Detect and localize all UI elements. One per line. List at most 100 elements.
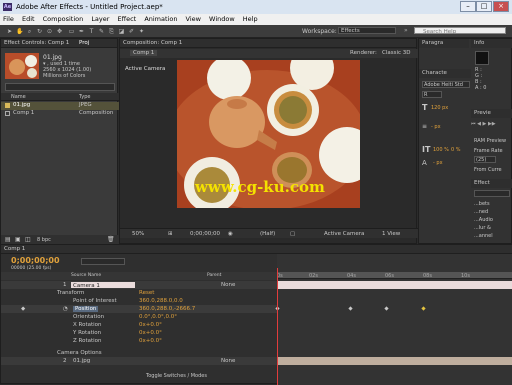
property-row[interactable]: ◆ ◔ Position 360.0,288.0,-2666.7 <box>1 305 277 313</box>
stroke-width-value[interactable]: - px <box>431 124 441 130</box>
image-layer-bar[interactable] <box>277 357 512 365</box>
font-style-select[interactable]: R <box>422 91 442 98</box>
column-source-name[interactable]: Source Name <box>71 273 101 278</box>
pen-tool-icon[interactable]: ✒ <box>78 28 85 35</box>
layer-parent[interactable]: None <box>221 281 235 289</box>
paragraph-tab[interactable]: Paragra <box>419 39 469 48</box>
effects-item[interactable]: ...bets <box>474 201 490 207</box>
keyframe[interactable] <box>348 306 353 311</box>
property-row[interactable]: Orientation 0.0°,0.0°,0.0° <box>1 313 277 321</box>
tsume-value[interactable]: 0 % <box>451 147 461 153</box>
renderer-value[interactable]: Classic 3D <box>382 50 411 56</box>
timeline-search-input[interactable] <box>81 258 125 265</box>
menu-window[interactable]: Window <box>206 14 238 25</box>
effects-tab[interactable]: Effect <box>471 179 512 188</box>
preview-tab[interactable]: Previe <box>471 109 512 118</box>
bpc-label[interactable]: 8 bpc <box>37 237 51 243</box>
eraser-tool-icon[interactable]: ◪ <box>118 28 125 35</box>
property-row[interactable]: Y Rotation 0x+0.0° <box>1 329 277 337</box>
from-current-checkbox[interactable]: From Curre <box>474 167 502 173</box>
menu-effect[interactable]: Effect <box>115 14 140 25</box>
layer-parent[interactable]: None <box>221 357 235 365</box>
menu-composition[interactable]: Composition <box>40 14 87 25</box>
tab-effect-controls[interactable]: Effect Controls: Comp 1 <box>4 40 69 46</box>
ram-preview-label[interactable]: RAM Preview <box>474 138 506 144</box>
effects-item[interactable]: ...lur & <box>474 225 491 231</box>
snapshot-icon[interactable]: ◉ <box>228 231 233 237</box>
trash-icon[interactable]: 🗑 <box>107 236 115 243</box>
layer-name[interactable]: 01.jpg <box>73 357 90 365</box>
stopwatch-icon[interactable]: ◔ <box>63 305 68 313</box>
zoom-select[interactable]: 50% <box>132 231 144 237</box>
toggle-switches-modes[interactable]: Toggle Switches / Modes <box>146 373 207 379</box>
rotate-tool-icon[interactable]: ↻ <box>36 28 43 35</box>
roto-brush-tool-icon[interactable]: ✐ <box>128 28 135 35</box>
property-value[interactable]: 360.0,288.0,-2666.7 <box>139 305 195 313</box>
property-value[interactable]: 0x+0.0° <box>139 321 162 329</box>
frame-rate-select[interactable]: (25) <box>474 156 496 163</box>
camera-select[interactable]: Active Camera <box>324 231 364 237</box>
property-row[interactable]: Point of Interest 360.0,288.0,0.0 <box>1 297 277 305</box>
menu-animation[interactable]: Animation <box>141 14 180 25</box>
maximize-button[interactable]: □ <box>476 1 492 12</box>
resolution-select[interactable]: (Half) <box>260 231 275 237</box>
timeline-tab[interactable]: Comp 1 <box>4 246 25 252</box>
property-row[interactable]: Z Rotation 0x+0.0° <box>1 337 277 345</box>
keyframe[interactable] <box>421 306 426 311</box>
vertical-scale-value[interactable]: 100 % <box>433 147 449 153</box>
interpret-footage-icon[interactable]: ▤ <box>5 236 11 243</box>
column-name[interactable]: Name <box>11 94 26 100</box>
selection-tool-icon[interactable]: ➤ <box>6 28 13 35</box>
property-value[interactable]: 0x+0.0° <box>139 329 162 337</box>
composition-viewer-image[interactable]: www.cg-ku.com <box>177 60 360 208</box>
effects-item[interactable]: ...annel <box>474 233 493 239</box>
reset-link[interactable]: Reset <box>139 289 154 297</box>
minimize-button[interactable]: – <box>460 1 476 12</box>
info-tab[interactable]: Info <box>471 39 512 48</box>
effects-item[interactable]: ...ned <box>474 209 488 215</box>
menu-layer[interactable]: Layer <box>88 14 112 25</box>
layer-name[interactable]: Camera 1 <box>71 282 135 289</box>
new-comp-icon[interactable]: ◫ <box>25 236 31 243</box>
workspace-menu-icon[interactable]: » <box>404 27 412 35</box>
views-select[interactable]: 1 View <box>382 231 400 237</box>
tab-project[interactable]: Proj <box>79 40 89 46</box>
menu-edit[interactable]: Edit <box>19 14 38 25</box>
comp-subtab[interactable]: Comp 1 <box>130 50 158 56</box>
menu-help[interactable]: Help <box>240 14 261 25</box>
zoom-tool-icon[interactable]: ⌕ <box>26 28 33 35</box>
grid-icon[interactable]: ⊞ <box>168 231 173 237</box>
transform-group[interactable]: Transform Reset <box>1 289 277 297</box>
property-row[interactable]: X Rotation 0x+0.0° <box>1 321 277 329</box>
composition-tab[interactable]: Composition: Comp 1 <box>123 40 182 46</box>
puppet-tool-icon[interactable]: ✦ <box>138 28 145 35</box>
project-search-input[interactable] <box>5 83 115 91</box>
close-button[interactable]: × <box>493 1 509 12</box>
column-parent[interactable]: Parent <box>207 273 221 278</box>
character-tab[interactable]: Characte <box>419 69 471 78</box>
layer-row[interactable]: 2 01.jpg None <box>1 357 277 365</box>
effects-item[interactable]: ...Audio <box>474 217 493 223</box>
column-type[interactable]: Type <box>79 94 90 100</box>
current-time-indicator[interactable] <box>277 268 278 385</box>
workspace-select[interactable]: Effects <box>338 27 396 34</box>
font-size-value[interactable]: 120 px <box>431 105 448 111</box>
brush-tool-icon[interactable]: ✎ <box>98 28 105 35</box>
property-value[interactable]: 0.0°,0.0°,0.0° <box>139 313 177 321</box>
new-folder-icon[interactable]: ▣ <box>15 236 21 243</box>
time-ruler[interactable]: 0s 02s 04s 06s 08s 10s <box>277 272 512 279</box>
project-item-row[interactable]: 01.jpg JPEG <box>1 102 119 110</box>
current-time[interactable]: 0;00;00;00 <box>190 231 220 237</box>
property-value[interactable]: 360.0,288.0,0.0 <box>139 297 183 305</box>
camera-layer-bar[interactable] <box>277 281 512 289</box>
orbit-camera-tool-icon[interactable]: ⊙ <box>46 28 53 35</box>
region-of-interest-icon[interactable]: ▢ <box>290 231 295 237</box>
property-value[interactable]: 0x+0.0° <box>139 337 162 345</box>
search-help-input[interactable]: Search Help <box>414 27 506 35</box>
timeline-tracks[interactable]: 0s 02s 04s 06s 08s 10s <box>275 254 512 385</box>
font-family-select[interactable]: Adobe Heiti Std <box>422 81 470 88</box>
type-tool-icon[interactable]: T <box>88 28 95 35</box>
baseline-shift-value[interactable]: - px <box>433 160 443 166</box>
keyframe[interactable] <box>384 306 389 311</box>
project-item-row[interactable]: Comp 1 Composition <box>1 110 119 118</box>
